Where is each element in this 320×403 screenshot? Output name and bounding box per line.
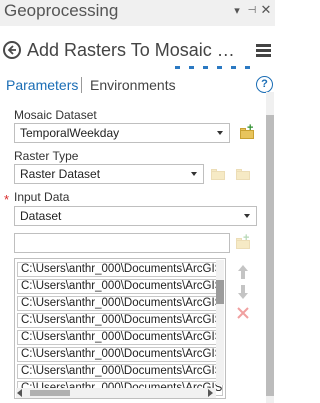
input-data-type-value: Dataset (20, 209, 62, 223)
arrow-up-icon[interactable] (236, 264, 250, 280)
tool-title: Add Rasters To Mosaic Dataset (27, 40, 247, 60)
chevron-down-icon (244, 214, 250, 218)
add-folder-icon[interactable]: + (240, 123, 255, 139)
raster-type-properties-icon[interactable] (211, 168, 226, 180)
auto-hide-icon[interactable]: ⊣ (245, 4, 259, 18)
mosaic-dataset-label: Mosaic Dataset (14, 108, 97, 122)
input-data-label: Input Data (14, 190, 70, 204)
required-marker: * (4, 192, 10, 207)
close-icon[interactable]: ✕ (259, 3, 273, 17)
input-data-type-dropdown[interactable]: Dataset (14, 206, 257, 226)
arrow-down-icon[interactable] (236, 284, 250, 300)
list-item[interactable]: C:\Users\anthr_000\Documents\ArcGIS\Proj… (17, 262, 223, 277)
pane-vertical-scroll-thumb[interactable] (266, 115, 274, 396)
list-item[interactable]: C:\Users\anthr_000\Documents\ArcGIS\Proj… (17, 279, 223, 294)
list-item[interactable]: C:\Users\anthr_000\Documents\ArcGIS\Proj… (17, 347, 223, 362)
list-item[interactable]: C:\Users\anthr_000\Documents\ArcGIS\Proj… (17, 398, 223, 399)
tab-environments[interactable]: Environments (90, 77, 176, 93)
list-vertical-scroll-thumb[interactable] (216, 280, 224, 304)
raster-type-value: Raster Dataset (20, 167, 101, 181)
tab-divider (81, 77, 82, 93)
browse-folder-icon[interactable]: + (236, 233, 251, 249)
raster-type-label: Raster Type (14, 149, 79, 163)
list-item[interactable]: C:\Users\anthr_000\Documents\ArcGIS\Proj… (17, 330, 223, 345)
list-vertical-scrollbar[interactable] (216, 260, 224, 385)
hamburger-menu-icon[interactable] (256, 44, 271, 58)
list-item[interactable]: C:\Users\anthr_000\Documents\ArcGIS\Proj… (17, 364, 223, 379)
list-item[interactable]: C:\Users\anthr_000\Documents\ArcGIS\Proj… (17, 313, 223, 328)
scroll-left-icon[interactable] (17, 389, 22, 397)
pane-title: Geoprocessing (4, 1, 119, 20)
scroll-right-icon[interactable] (208, 389, 213, 397)
list-item[interactable]: C:\Users\anthr_000\Documents\ArcGIS\Proj… (17, 296, 223, 311)
tab-parameters[interactable]: Parameters (6, 77, 78, 93)
list-horizontal-scroll-thumb[interactable] (30, 390, 70, 396)
raster-type-folder-icon[interactable] (236, 168, 251, 180)
remove-x-icon[interactable] (236, 306, 250, 322)
input-data-list[interactable]: C:\Users\anthr_000\Documents\ArcGIS\Proj… (14, 258, 226, 399)
chevron-down-icon (191, 172, 197, 176)
input-data-path-field[interactable] (14, 233, 230, 253)
mosaic-dataset-value: TemporalWeekday (20, 126, 120, 140)
mosaic-dataset-dropdown[interactable]: TemporalWeekday (14, 123, 230, 143)
chevron-down-icon (217, 131, 223, 135)
help-icon[interactable]: ? (256, 76, 273, 93)
back-arrow-icon[interactable] (3, 41, 21, 59)
progress-indicator (175, 66, 250, 70)
pane-options-icon[interactable]: ▾ (230, 4, 244, 18)
raster-type-dropdown[interactable]: Raster Dataset (14, 164, 204, 184)
